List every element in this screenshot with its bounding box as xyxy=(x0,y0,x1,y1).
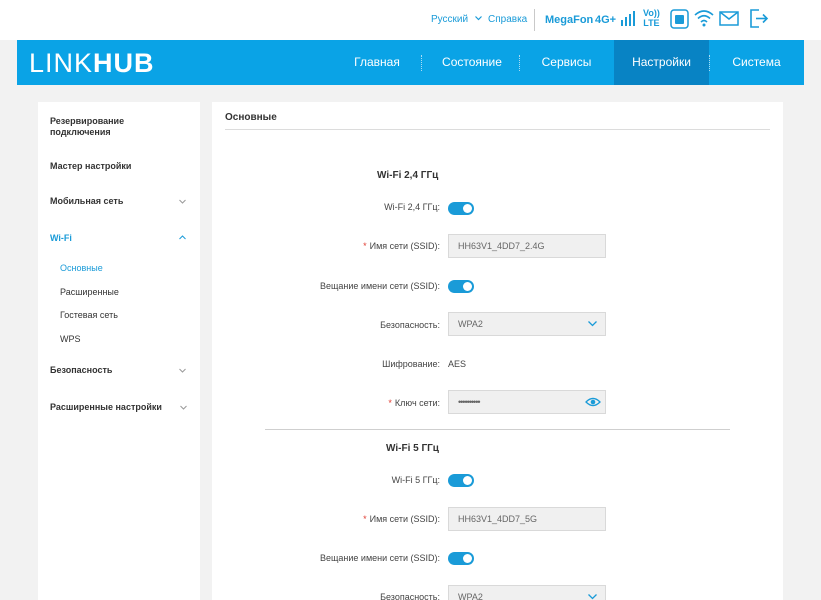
sim-card-icon[interactable] xyxy=(670,9,689,29)
sidebar-subitem-advanced[interactable]: Расширенные xyxy=(60,287,119,297)
wifi-5-toggle[interactable] xyxy=(448,474,474,487)
chevron-down-icon[interactable] xyxy=(179,367,186,374)
volte-bottom: LTE xyxy=(643,18,660,28)
broadcast-24-label: Вещание имени сети (SSID): xyxy=(320,281,440,291)
security-24-label: Безопасность: xyxy=(380,320,440,330)
wifi-5-enable-label: Wi-Fi 5 ГГц: xyxy=(391,475,440,485)
ssid-24-label: * Имя сети (SSID): xyxy=(220,241,440,251)
sidebar-subitem-wps[interactable]: WPS xyxy=(60,334,81,344)
encryption-24-value: AES xyxy=(448,359,467,369)
language-selector[interactable]: Русский xyxy=(431,14,482,25)
toggle-knob xyxy=(463,554,472,563)
ssid-5-label-text: Имя сети (SSID): xyxy=(369,514,440,524)
operator-name: MegaFon xyxy=(545,14,594,26)
ssid-24-input[interactable]: HH63V1_4DD7_2.4G xyxy=(448,234,606,258)
language-label: Русский xyxy=(431,14,469,25)
nav-separator xyxy=(709,55,710,71)
sidebar-item-security[interactable]: Безопасность xyxy=(50,365,112,376)
logout-icon[interactable] xyxy=(750,9,769,28)
sidebar-item-setup-wizard[interactable]: Мастер настройки xyxy=(50,161,131,172)
chevron-down-icon xyxy=(474,16,482,21)
chevron-down-icon[interactable] xyxy=(179,198,186,205)
help-link[interactable]: Справка xyxy=(488,14,527,25)
broadcast-5-toggle[interactable] xyxy=(448,552,474,565)
required-marker: * xyxy=(363,241,367,251)
sidebar-subitem-guest-network[interactable]: Гостевая сеть xyxy=(60,310,118,320)
top-divider xyxy=(534,9,535,31)
toggle-knob xyxy=(463,282,472,291)
ssid-5-label: * Имя сети (SSID): xyxy=(220,514,440,524)
top-bar: Русский Справка MegaFon 4G+ Vo)) LTE xyxy=(0,0,821,40)
chevron-down-icon xyxy=(588,594,597,600)
nav-separator xyxy=(519,55,520,71)
volte-icon: Vo)) LTE xyxy=(643,9,660,28)
sidebar-item-wifi[interactable]: Wi-Fi xyxy=(50,233,72,244)
nav-settings[interactable]: Настройки xyxy=(614,40,709,85)
nav-status[interactable]: Состояние xyxy=(428,40,516,85)
volte-top: Vo)) xyxy=(643,8,660,18)
security-5-value: WPA2 xyxy=(458,592,483,600)
nav-separator xyxy=(421,55,422,71)
broadcast-5-label: Вещание имени сети (SSID): xyxy=(320,553,440,563)
ssid-24-label-text: Имя сети (SSID): xyxy=(369,241,440,251)
required-marker: * xyxy=(388,398,392,408)
nav-services[interactable]: Сервисы xyxy=(524,40,609,85)
sidebar-item-connection-backup[interactable]: Резервирование подключения xyxy=(50,116,160,138)
broadcast-24-toggle[interactable] xyxy=(448,280,474,293)
security-5-label: Безопасность: xyxy=(380,592,440,600)
chevron-up-icon[interactable] xyxy=(179,234,186,241)
linkhub-logo: LINKHUB xyxy=(29,48,155,79)
main-panel: Основные Wi-Fi 2,4 ГГц Wi-Fi 2,4 ГГц: * И… xyxy=(212,102,783,600)
page-title: Основные xyxy=(225,112,277,123)
title-underline xyxy=(225,129,770,130)
sidebar: Резервирование подключения Мастер настро… xyxy=(38,102,200,600)
logo-part-2: HUB xyxy=(93,48,155,78)
logo-part-1: LINK xyxy=(29,48,94,78)
section-title-wifi-24: Wi-Fi 2,4 ГГц xyxy=(377,170,439,181)
security-24-select[interactable]: WPA2 xyxy=(448,312,606,336)
toggle-knob xyxy=(463,476,472,485)
chevron-down-icon[interactable] xyxy=(180,404,187,411)
network-key-24-value: •••••••••• xyxy=(458,397,480,407)
wifi-icon[interactable] xyxy=(694,9,714,27)
key-24-label: * Ключ сети: xyxy=(220,398,440,408)
signal-strength-icon xyxy=(621,11,635,26)
section-divider xyxy=(265,429,730,430)
sidebar-item-mobile-network[interactable]: Мобильная сеть xyxy=(50,196,123,207)
required-marker: * xyxy=(363,514,367,524)
nav-system[interactable]: Система xyxy=(714,40,799,85)
toggle-knob xyxy=(463,204,472,213)
network-key-24-input[interactable]: •••••••••• xyxy=(448,390,606,414)
sidebar-subitem-basic[interactable]: Основные xyxy=(60,263,103,273)
security-5-select[interactable]: WPA2 xyxy=(448,585,606,600)
sidebar-item-advanced-settings[interactable]: Расширенные настройки xyxy=(50,402,162,413)
network-type: 4G+ xyxy=(595,14,617,26)
chevron-down-icon xyxy=(588,321,597,327)
key-24-label-text: Ключ сети: xyxy=(394,398,440,408)
ssid-5-input[interactable]: HH63V1_4DD7_5G xyxy=(448,507,606,531)
eye-icon[interactable] xyxy=(585,396,601,408)
wifi-24-toggle[interactable] xyxy=(448,202,474,215)
wifi-24-enable-label: Wi-Fi 2,4 ГГц: xyxy=(384,202,440,212)
mail-icon[interactable] xyxy=(719,11,739,26)
encryption-24-label: Шифрование: xyxy=(382,359,440,369)
section-title-wifi-5: Wi-Fi 5 ГГц xyxy=(386,443,439,454)
main-header: LINKHUB Главная Состояние Сервисы Настро… xyxy=(17,40,804,85)
nav-home[interactable]: Главная xyxy=(339,40,415,85)
security-24-value: WPA2 xyxy=(458,319,483,329)
